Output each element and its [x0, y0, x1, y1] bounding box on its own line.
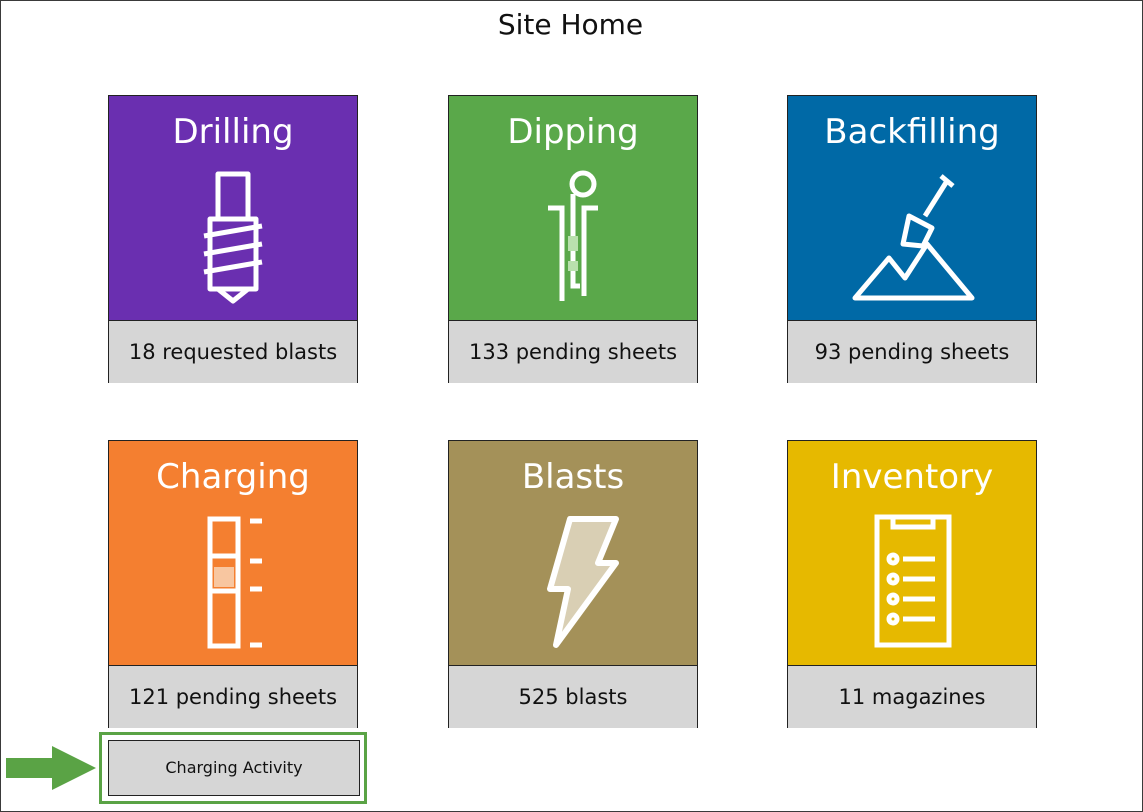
arrow-right-icon: [6, 746, 96, 790]
tile-drilling[interactable]: Drilling 18 requested blasts: [108, 95, 358, 383]
tile-blasts-title: Blasts: [521, 457, 625, 497]
tile-charging-footer: 121 pending sheets: [109, 666, 357, 728]
tile-charging[interactable]: Charging 121 pending sheets: [108, 440, 358, 728]
tile-drilling-title: Drilling: [172, 112, 294, 152]
tile-backfilling-title: Backfilling: [824, 112, 1000, 152]
tile-inventory[interactable]: Inventory 11 magazines: [787, 440, 1037, 728]
dip-tape-icon: [548, 170, 598, 301]
tile-drilling-header: Drilling: [109, 96, 357, 321]
tile-dipping-footer: 133 pending sheets: [449, 321, 697, 383]
tile-dipping-header: Dipping: [449, 96, 697, 321]
tile-dipping-title: Dipping: [507, 112, 639, 152]
shovel-mountain-icon: [852, 174, 975, 301]
tile-backfilling-footer: 93 pending sheets: [788, 321, 1036, 383]
tile-blasts-footer: 525 blasts: [449, 666, 697, 728]
charging-activity-button[interactable]: Charging Activity: [108, 740, 360, 796]
tile-blasts-header: Blasts: [449, 441, 697, 666]
tile-charging-header: Charging: [109, 441, 357, 666]
tile-inventory-footer: 11 magazines: [788, 666, 1036, 728]
tile-inventory-title: Inventory: [830, 457, 994, 497]
tile-blasts[interactable]: Blasts 525 blasts: [448, 440, 698, 728]
charge-column-icon: [207, 516, 262, 649]
tile-backfilling[interactable]: Backfilling 93 pending sheets: [787, 95, 1037, 383]
tile-charging-title: Charging: [156, 457, 310, 497]
tile-drilling-footer: 18 requested blasts: [109, 321, 357, 383]
tile-dipping[interactable]: Dipping 133 pending sheets: [448, 95, 698, 383]
tile-backfilling-header: Backfilling: [788, 96, 1036, 321]
page-title: Site Home: [497, 8, 644, 41]
clipboard-list-icon: [874, 514, 952, 648]
lightning-icon: [547, 516, 619, 648]
drill-bit-icon: [203, 171, 263, 304]
tile-inventory-header: Inventory: [788, 441, 1036, 666]
